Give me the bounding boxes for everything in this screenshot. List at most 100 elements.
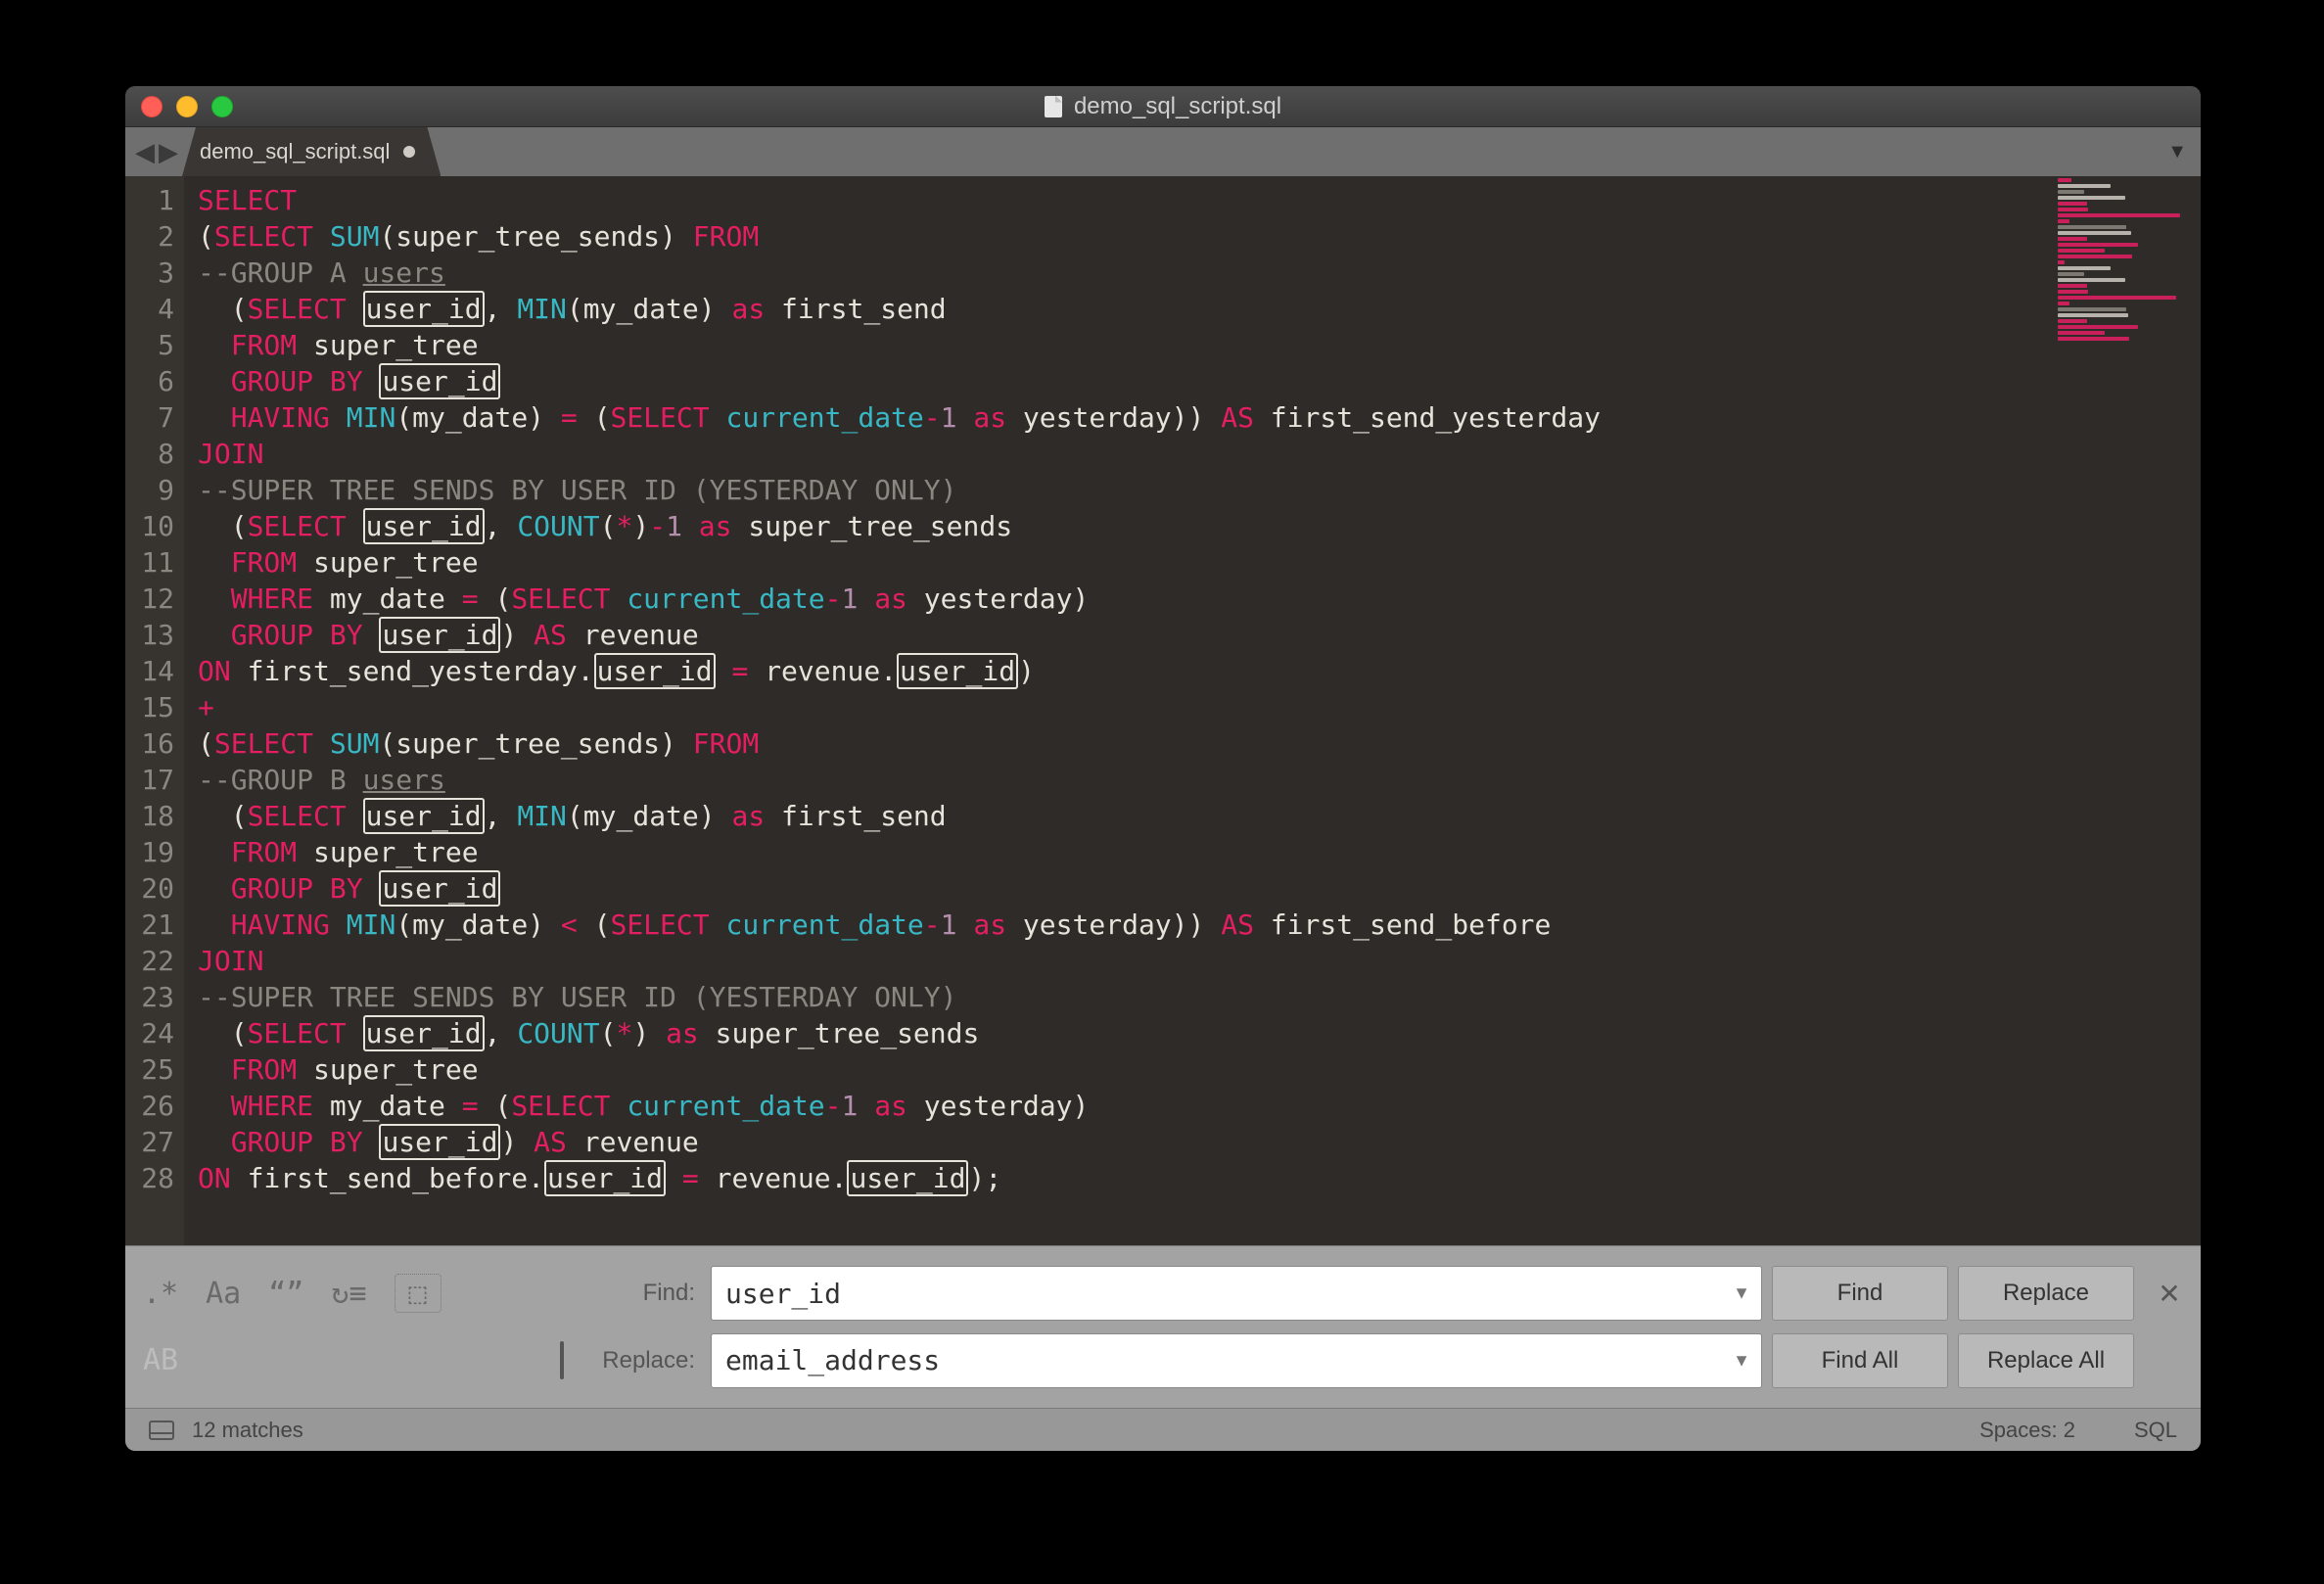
preserve-case-toggle[interactable]: AB [143,1343,178,1377]
regex-toggle[interactable]: .* [143,1277,178,1311]
minimap[interactable] [2054,176,2201,333]
code-line[interactable]: FROM super_tree [198,1051,2201,1088]
line-number: 21 [125,907,174,943]
line-number: 3 [125,255,174,291]
tab-dirty-indicator [403,146,415,158]
replace-button[interactable]: Replace [1958,1266,2134,1321]
code-line[interactable]: HAVING MIN(my_date) < (SELECT current_da… [198,907,2201,943]
line-number: 9 [125,472,174,508]
line-number-gutter: 1234567891011121314151617181920212223242… [125,176,184,1245]
code-line[interactable]: GROUP BY user_id) AS revenue [198,1124,2201,1160]
code-line[interactable]: + [198,689,2201,725]
code-line[interactable]: FROM super_tree [198,544,2201,581]
nav-back-icon[interactable]: ◀ [135,139,155,164]
code-line[interactable]: (SELECT SUM(super_tree_sends) FROM [198,725,2201,762]
find-all-button[interactable]: Find All [1772,1333,1948,1388]
line-number: 11 [125,544,174,581]
find-label: Find: [574,1280,701,1307]
highlight-matches-toggle[interactable] [560,1343,564,1377]
code-line[interactable]: (SELECT user_id, COUNT(*)-1 as super_tre… [198,508,2201,544]
line-number: 4 [125,291,174,327]
case-sensitive-toggle[interactable]: Aa [206,1277,241,1311]
code-line[interactable]: FROM super_tree [198,834,2201,870]
line-number: 1 [125,182,174,218]
code-line[interactable]: ON first_send_before.user_id = revenue.u… [198,1160,2201,1196]
in-selection-toggle[interactable]: ⬚ [395,1274,442,1313]
replace-label: Replace: [574,1347,701,1374]
code-line[interactable]: JOIN [198,436,2201,472]
line-number: 18 [125,798,174,834]
code-line[interactable]: ON first_send_yesterday.user_id = revenu… [198,653,2201,689]
tab-overflow-menu[interactable]: ▼ [2167,127,2187,176]
status-syntax[interactable]: SQL [2134,1418,2177,1443]
editor-area: 1234567891011121314151617181920212223242… [125,176,2201,1245]
line-number: 10 [125,508,174,544]
close-window-button[interactable] [141,96,163,117]
console-toggle-icon[interactable] [149,1421,174,1440]
code-line[interactable]: HAVING MIN(my_date) = (SELECT current_da… [198,399,2201,436]
line-number: 25 [125,1051,174,1088]
zoom-window-button[interactable] [211,96,233,117]
find-options-row: .* Aa “” ↻≡ ⬚ [143,1274,564,1313]
line-number: 8 [125,436,174,472]
document-icon [1045,96,1062,117]
line-number: 27 [125,1124,174,1160]
replace-all-button[interactable]: Replace All [1958,1333,2134,1388]
line-number: 20 [125,870,174,907]
line-number: 13 [125,617,174,653]
status-indent[interactable]: Spaces: 2 [1979,1418,2075,1443]
line-number: 7 [125,399,174,436]
window-title-text: demo_sql_script.sql [1074,93,1281,120]
status-matches: 12 matches [192,1418,303,1443]
code-line[interactable]: GROUP BY user_id [198,363,2201,399]
code-line[interactable]: WHERE my_date = (SELECT current_date-1 a… [198,581,2201,617]
line-number: 28 [125,1160,174,1196]
line-number: 15 [125,689,174,725]
line-number: 2 [125,218,174,255]
code-line[interactable]: --SUPER TREE SENDS BY USER ID (YESTERDAY… [198,979,2201,1015]
code-line[interactable]: (SELECT user_id, MIN(my_date) as first_s… [198,291,2201,327]
code-line[interactable]: (SELECT SUM(super_tree_sends) FROM [198,218,2201,255]
code-line[interactable]: --GROUP B users [198,762,2201,798]
code-line[interactable]: GROUP BY user_id) AS revenue [198,617,2201,653]
traffic-lights [141,96,233,117]
wrap-toggle[interactable]: ↻≡ [331,1277,366,1311]
code-content[interactable]: SELECT(SELECT SUM(super_tree_sends) FROM… [184,176,2201,1245]
line-number: 26 [125,1088,174,1124]
code-line[interactable]: --GROUP A users [198,255,2201,291]
tab-label: demo_sql_script.sql [200,139,390,164]
tab-bar: ◀ ▶ demo_sql_script.sql ▼ [125,127,2201,176]
whole-word-toggle[interactable]: “” [268,1277,303,1311]
code-line[interactable]: (SELECT user_id, COUNT(*) as super_tree_… [198,1015,2201,1051]
line-number: 23 [125,979,174,1015]
tab-active[interactable]: demo_sql_script.sql [182,127,441,176]
find-button[interactable]: Find [1772,1266,1948,1321]
code-line[interactable]: (SELECT user_id, MIN(my_date) as first_s… [198,798,2201,834]
line-number: 17 [125,762,174,798]
line-number: 22 [125,943,174,979]
find-replace-panel: .* Aa “” ↻≡ ⬚ Find: ▼ Find Replace ✕ AB … [125,1245,2201,1408]
tab-history-nav: ◀ ▶ [125,127,188,176]
line-number: 14 [125,653,174,689]
code-line[interactable]: SELECT [198,182,2201,218]
code-line[interactable]: JOIN [198,943,2201,979]
find-input[interactable] [711,1266,1762,1321]
line-number: 12 [125,581,174,617]
line-number: 6 [125,363,174,399]
code-line[interactable]: GROUP BY user_id [198,870,2201,907]
nav-forward-icon[interactable]: ▶ [159,139,178,164]
code-line[interactable]: FROM super_tree [198,327,2201,363]
titlebar: demo_sql_script.sql [125,86,2201,127]
replace-options-row: AB [143,1343,564,1377]
minimize-window-button[interactable] [176,96,198,117]
line-number: 19 [125,834,174,870]
find-field-wrap: ▼ [711,1266,1762,1321]
code-line[interactable]: --SUPER TREE SENDS BY USER ID (YESTERDAY… [198,472,2201,508]
line-number: 16 [125,725,174,762]
editor-window: demo_sql_script.sql ◀ ▶ demo_sql_script.… [125,86,2201,1451]
code-line[interactable]: WHERE my_date = (SELECT current_date-1 a… [198,1088,2201,1124]
replace-input[interactable] [711,1333,1762,1388]
status-bar: 12 matches Spaces: 2 SQL [125,1408,2201,1451]
line-number: 24 [125,1015,174,1051]
close-panel-button[interactable]: ✕ [2144,1278,2195,1310]
